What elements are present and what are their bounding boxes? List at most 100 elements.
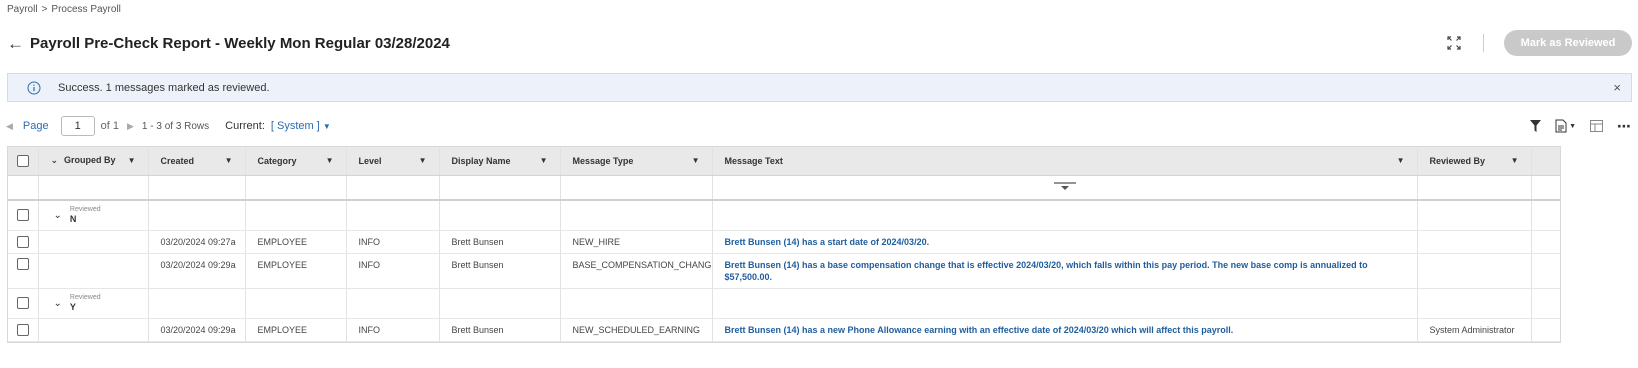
page-title: Payroll Pre-Check Report - Weekly Mon Re… [30,34,450,52]
close-icon[interactable]: × [1613,80,1621,95]
empty-cell [148,288,246,319]
row-select-cell [8,318,39,342]
empty-cell [1531,288,1560,319]
chevron-down-icon[interactable]: ⌄ [54,210,62,221]
empty-cell [346,200,440,231]
empty-cell [245,288,347,319]
col-grouped-by[interactable]: ⌄ Grouped By ▼ [38,147,149,176]
alert-message: Success. 1 messages marked as reviewed. [58,81,270,94]
select-all-cell [8,147,39,176]
column-chooser-icon[interactable] [1590,120,1603,132]
document-export-icon[interactable]: ▼ [1555,119,1576,133]
breadcrumb: Payroll > Process Payroll [7,4,121,15]
sort-caret-icon: ▼ [1510,156,1519,166]
empty-cell [439,200,561,231]
chevron-down-icon[interactable]: ⌄ [54,298,62,309]
breadcrumb-current: Process Payroll [51,4,121,15]
filter-cell[interactable] [1417,175,1532,201]
row-checkbox[interactable] [16,323,29,336]
group-checkbox[interactable] [16,297,29,309]
empty-cell [1417,200,1532,231]
filter-cell [38,175,149,201]
filter-icon[interactable] [1530,120,1542,132]
filter-cell[interactable] [245,175,347,201]
cell-display-name: Brett Bunsen [439,230,561,254]
col-reviewed-by[interactable]: Reviewed By ▼ [1417,147,1532,176]
row-checkbox[interactable] [16,235,29,248]
sort-caret-icon: ▼ [224,156,233,166]
group-row[interactable]: ⌄ Reviewed Y [8,288,1560,319]
filter-cell[interactable] [439,175,561,201]
cell-category: EMPLOYEE [245,230,347,254]
more-horizontal-icon[interactable]: ⋯ [1617,118,1632,135]
filter-cell[interactable] [712,175,1418,201]
empty-cell [38,318,149,342]
message-link[interactable]: Brett Bunsen (14) has a start date of 20… [725,237,930,247]
cell-category: EMPLOYEE [245,318,347,342]
filter-cell[interactable] [560,175,713,201]
prev-page-icon[interactable]: ◀ [6,121,13,132]
sort-caret-icon: ▼ [539,156,548,166]
empty-cell [560,200,713,231]
next-page-icon[interactable]: ▶ [127,121,134,132]
col-label: Level [358,155,382,166]
col-display-name[interactable]: Display Name ▼ [439,147,561,176]
group-value: N [69,214,77,225]
back-arrow-icon[interactable]: ← [7,35,24,52]
row-select-cell [8,230,39,254]
filter-cell[interactable] [148,175,246,201]
sort-caret-icon: ▼ [418,156,427,166]
view-selector[interactable]: [ System ] ▼ [271,120,331,132]
title-actions: Mark as Reviewed [1443,30,1632,56]
chevron-down-icon: ▼ [322,122,331,131]
cell-message-type: NEW_SCHEDULED_EARNING [560,318,713,342]
col-message-text[interactable]: Message Text ▼ [712,147,1418,176]
cell-level: INFO [346,318,440,342]
mark-as-reviewed-button[interactable]: Mark as Reviewed [1504,30,1632,56]
group-header-cell[interactable]: ⌄ Reviewed N [38,200,149,231]
group-row[interactable]: ⌄ Reviewed N [8,200,1560,231]
breadcrumb-payroll[interactable]: Payroll [7,4,38,15]
cell-message-text: Brett Bunsen (14) has a start date of 20… [712,230,1418,254]
page-number-input[interactable] [60,116,95,136]
empty-cell [38,230,149,254]
cell-reviewed-by: System Administrator [1417,318,1532,342]
cell-level: INFO [346,253,440,289]
filter-cell[interactable] [346,175,440,201]
table-row[interactable]: 03/20/2024 09:27a EMPLOYEE INFO Brett Bu… [8,230,1560,254]
cell-message-text: Brett Bunsen (14) has a base compensatio… [712,253,1418,289]
cell-message-type: BASE_COMPENSATION_CHANGE [560,253,713,289]
sort-caret-icon: ▼ [691,156,700,166]
filter-row [8,175,1560,201]
group-label: Reviewed [69,294,101,301]
expand-icon[interactable] [1443,32,1465,54]
empty-cell [1531,200,1560,231]
empty-cell [439,288,561,319]
scroll-gutter-header [1531,147,1560,176]
cell-level: INFO [346,230,440,254]
cell-reviewed-by [1417,253,1532,289]
col-message-type[interactable]: Message Type ▼ [560,147,713,176]
empty-cell [1417,288,1532,319]
filter-expand-icon[interactable] [1053,182,1076,193]
sort-caret-icon: ▼ [325,156,334,166]
select-all-checkbox[interactable] [16,154,29,167]
title-bar: ← Payroll Pre-Check Report - Weekly Mon … [7,30,1632,56]
col-level[interactable]: Level ▼ [346,147,440,176]
table-row[interactable]: 03/20/2024 09:29a EMPLOYEE INFO Brett Bu… [8,253,1560,289]
cell-category: EMPLOYEE [245,253,347,289]
cell-display-name: Brett Bunsen [439,318,561,342]
table-row[interactable]: 03/20/2024 09:29a EMPLOYEE INFO Brett Bu… [8,318,1560,342]
col-category[interactable]: Category ▼ [245,147,347,176]
group-checkbox[interactable] [16,209,29,222]
message-link[interactable]: Brett Bunsen (14) has a new Phone Allowa… [725,325,1234,335]
group-header-cell[interactable]: ⌄ Reviewed Y [38,288,149,319]
row-checkbox[interactable] [16,257,29,270]
chevron-down-icon: ▼ [1569,122,1576,130]
grid-tools: ▼ ⋯ [1530,118,1632,135]
col-created[interactable]: Created ▼ [148,147,246,176]
col-label: Message Text [724,155,783,166]
cell-message-type: NEW_HIRE [560,230,713,254]
empty-cell [346,288,440,319]
message-link[interactable]: Brett Bunsen (14) has a base compensatio… [725,260,1368,282]
